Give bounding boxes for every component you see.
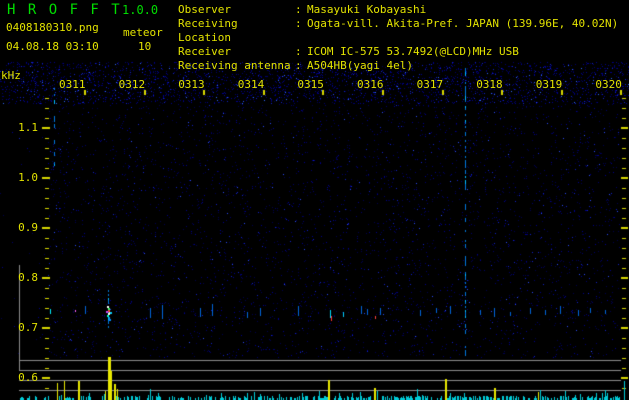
freq-label: 1.0 [18, 171, 38, 184]
time-label: 0315 [297, 78, 324, 91]
mode-label: meteor [123, 26, 163, 39]
info-value: Ogata-vill. Akita-Pref. JAPAN (139.96E, … [307, 17, 619, 30]
time-label: 0318 [476, 78, 503, 91]
freq-label: 0.8 [18, 271, 38, 284]
info-colon: : [295, 3, 302, 16]
info-row: Receiving Location: Ogata-vill. Akita-Pre… [178, 17, 618, 45]
program-title: H R O F F T [7, 2, 122, 18]
info-colon: : [295, 17, 302, 30]
time-label: 0319 [535, 78, 563, 91]
hrofft-screen: H R O F F T 1.0.0 0408180310.png meteor … [0, 0, 629, 400]
time-label: 0313 [178, 78, 205, 91]
freq-label: 1.1 [18, 121, 38, 134]
info-row: Receiver: ICOM IC-575 53.7492(@LCD)MHz US… [178, 45, 618, 59]
time-label: 0314 [237, 78, 265, 91]
info-label: Observer [178, 3, 231, 16]
filename-label: 0408180310.png [6, 21, 99, 34]
version-label: 1.0.0 [122, 3, 159, 17]
freq-label: 0.7 [18, 321, 38, 334]
info-label: Receiver [178, 45, 231, 58]
receiver-info: Observer: Masayuki Kobayashi Receiving Loc… [178, 3, 618, 73]
info-value: ICOM IC-575 53.7492(@LCD)MHz USB [307, 45, 519, 58]
info-value: Masayuki Kobayashi [307, 3, 427, 16]
datetime-label: 04.08.18 03:10 [6, 40, 99, 53]
info-row: Observer: Masayuki Kobayashi [178, 3, 618, 17]
info-value: A504HB(yagi 4el) [307, 59, 413, 72]
khz-unit-label: kHz [1, 69, 21, 82]
info-colon: : [295, 45, 302, 58]
time-label: 0311 [59, 78, 86, 91]
time-label: 0317 [416, 78, 444, 91]
meteor-count-label: 10 [138, 40, 152, 53]
time-label: 0312 [118, 78, 146, 91]
time-label: 0316 [357, 78, 384, 91]
info-label: Receiving antenna [178, 59, 291, 72]
freq-label: 0.6 [18, 371, 38, 384]
info-label: Receiving Location [178, 17, 238, 44]
freq-label: 0.9 [18, 221, 38, 234]
info-row: Receiving antenna: A504HB(yagi 4el) [178, 59, 618, 73]
info-colon: : [295, 59, 302, 72]
time-label: 0320 [595, 78, 622, 91]
